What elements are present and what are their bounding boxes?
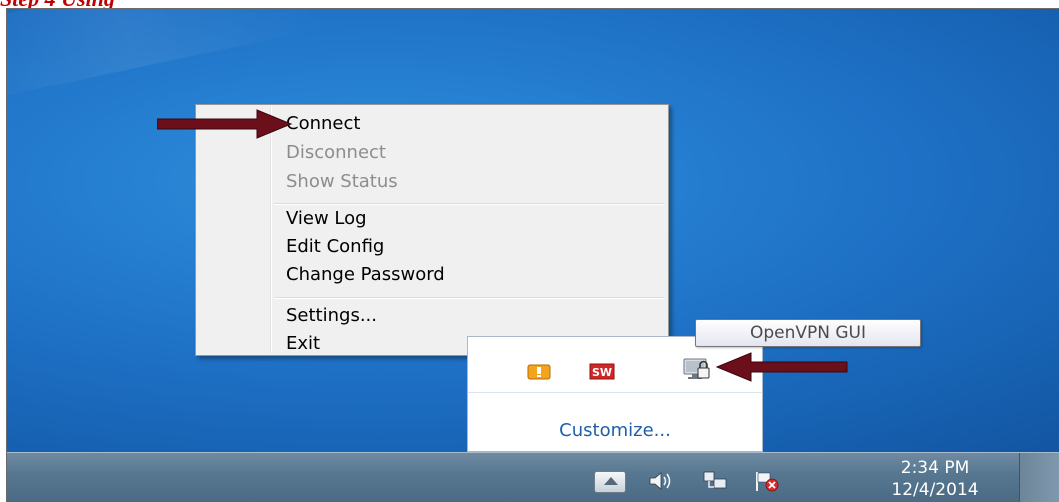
menu-item-view-log[interactable]: View Log	[286, 208, 367, 230]
menu-item-disconnect: Disconnect	[286, 142, 386, 163]
sw-app-icon[interactable]: SW	[589, 361, 615, 381]
annotation-arrow-tray-icon	[715, 352, 848, 382]
screenshot-frame: Connect Disconnect Show Status View Log …	[6, 8, 1059, 502]
svg-text:SW: SW	[592, 366, 612, 379]
openvpn-context-menu: Connect Disconnect Show Status View Log …	[195, 104, 669, 356]
clock-date: 12/4/2014	[891, 480, 979, 500]
chevron-up-icon	[604, 477, 618, 485]
openvpn-tooltip: OpenVPN GUI	[695, 319, 921, 347]
tray-divider	[468, 392, 762, 393]
menu-item-show-status: Show Status	[286, 171, 398, 192]
openvpn-monitor-icon[interactable]	[682, 357, 712, 383]
menu-separator	[274, 297, 664, 299]
network-icon[interactable]	[701, 470, 729, 492]
menu-item-connect[interactable]: Connect	[286, 113, 360, 135]
annotation-arrow-connect	[157, 109, 293, 139]
menu-item-change-password[interactable]: Change Password	[286, 264, 445, 286]
taskbar-clock[interactable]: 2:34 PM 12/4/2014	[865, 457, 1005, 501]
taskbar: 2:34 PM 12/4/2014	[7, 452, 1059, 502]
clock-time: 2:34 PM	[900, 458, 970, 478]
menu-item-edit-config[interactable]: Edit Config	[286, 236, 384, 258]
customize-link[interactable]: Customize...	[468, 420, 762, 442]
action-center-flag-icon[interactable]	[753, 470, 781, 492]
show-hidden-icons-button[interactable]	[594, 471, 626, 493]
menu-separator	[274, 203, 664, 205]
show-desktop-button[interactable]	[1019, 453, 1059, 502]
menu-item-settings[interactable]: Settings...	[286, 305, 377, 327]
menu-item-exit[interactable]: Exit	[286, 333, 320, 355]
alert-shield-icon[interactable]	[526, 361, 552, 381]
volume-icon[interactable]	[647, 470, 675, 492]
